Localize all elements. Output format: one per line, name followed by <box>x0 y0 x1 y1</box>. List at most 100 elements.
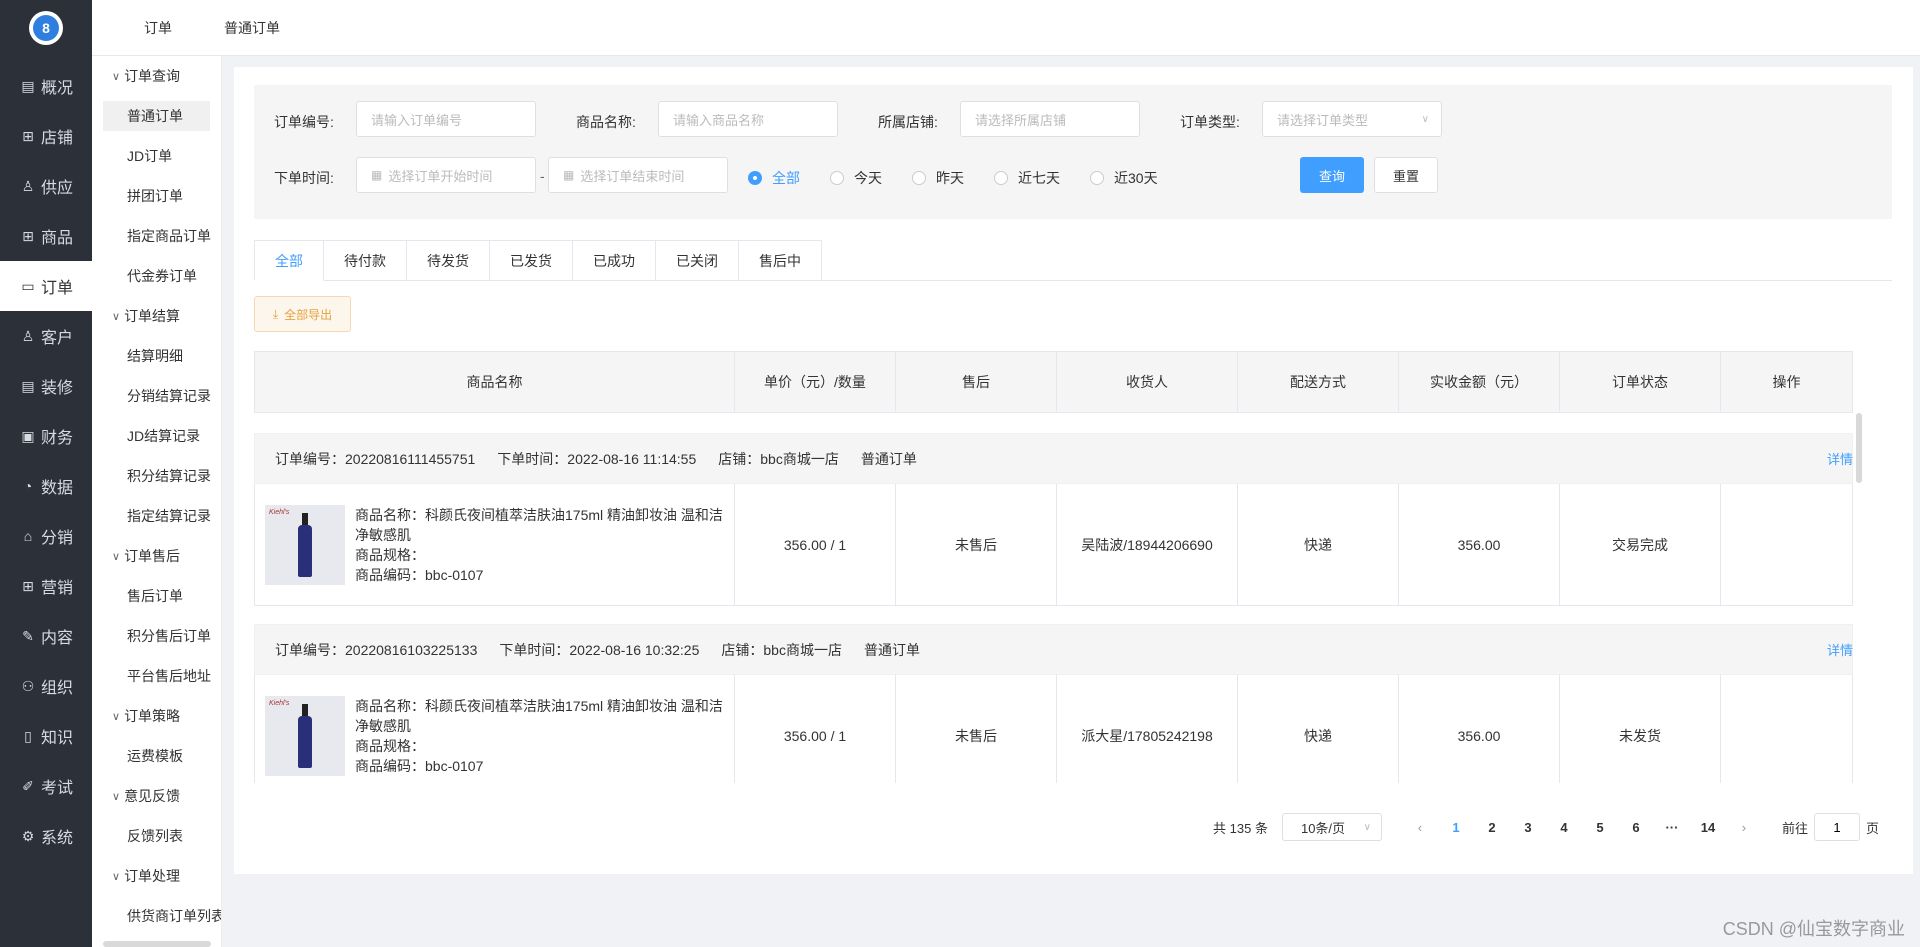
tab-pending-payment[interactable]: 待付款 <box>324 240 407 281</box>
submenu-item-designated-orders[interactable]: 指定商品订单 <box>92 216 221 256</box>
bottle-shape <box>298 512 312 577</box>
nav-item-customers[interactable]: ♙ 客户 <box>0 311 92 361</box>
submenu-group-feedback[interactable]: ∨ 意见反馈 <box>92 776 221 816</box>
nav-item-marketing[interactable]: ⊞ 营销 <box>0 561 92 611</box>
submenu-item-aftersale-orders[interactable]: 售后订单 <box>92 576 221 616</box>
page-number[interactable]: 1 <box>1438 820 1474 835</box>
nav-item-overview[interactable]: ▤ 概况 <box>0 61 92 111</box>
radio-dot <box>994 171 1008 185</box>
nav-item-organization[interactable]: ⚇ 组织 <box>0 661 92 711</box>
main-nav: 8 ▤ 概况 ⊞ 店铺 ♙ 供应 ⊞ 商品 ▭ 订单 ♙ 客户 ▤ 装修 ▣ 财务 ◔ 数据 ⌂ 分… <box>0 0 92 947</box>
gear-icon: ⚙ <box>21 827 35 844</box>
delivery-cell: 快递 <box>1238 484 1399 605</box>
submenu-item-platform-address[interactable]: 平台售后地址 <box>92 656 221 696</box>
nav-item-finance[interactable]: ▣ 财务 <box>0 411 92 461</box>
nav-item-store[interactable]: ⊞ 店铺 <box>0 111 92 161</box>
order-no-input[interactable]: 请输入订单编号 <box>356 101 536 137</box>
tab-shipped[interactable]: 已发货 <box>490 240 573 281</box>
tab-all[interactable]: 全部 <box>254 240 324 281</box>
nav-item-decoration[interactable]: ▤ 装修 <box>0 361 92 411</box>
submenu-item-designated-settlement[interactable]: 指定结算记录 <box>92 496 221 536</box>
submenu-item-jd-settlement[interactable]: JD结算记录 <box>92 416 221 456</box>
radio-all[interactable]: 全部 <box>748 168 800 188</box>
page-number[interactable]: 6 <box>1618 820 1654 835</box>
end-date-input[interactable]: ▦ 选择订单结束时间 <box>548 157 728 193</box>
submenu-item-jd-orders[interactable]: JD订单 <box>92 136 221 176</box>
page-number[interactable]: 4 <box>1546 820 1582 835</box>
submenu-item-freight-template[interactable]: 运费模板 <box>92 736 221 776</box>
order-header: 订单编号：20220816111455751 下单时间：2022-08-16 1… <box>254 433 1853 484</box>
chevron-down-icon: ∨ <box>1421 113 1429 125</box>
tab-aftersale[interactable]: 售后中 <box>739 240 822 281</box>
order-store: 店铺：bbc商城一店 <box>721 641 842 658</box>
detail-link[interactable]: 详情 <box>1827 449 1853 468</box>
submenu-group-settlement[interactable]: ∨ 订单结算 <box>92 296 221 336</box>
submenu-group-aftersale[interactable]: ∨ 订单售后 <box>92 536 221 576</box>
tab-pending-shipment[interactable]: 待发货 <box>407 240 490 281</box>
calendar-icon: ▦ <box>563 168 575 182</box>
nav-item-content[interactable]: ✎ 内容 <box>0 611 92 661</box>
total-count: 共 135 条 <box>1213 820 1268 836</box>
product-name-input[interactable]: 请输入商品名称 <box>658 101 838 137</box>
page-number[interactable]: 3 <box>1510 820 1546 835</box>
nav-item-supply[interactable]: ♙ 供应 <box>0 161 92 211</box>
next-page-button[interactable]: › <box>1726 820 1762 835</box>
submenu-item-supplier-orders[interactable]: 供货商订单列表 <box>92 896 221 936</box>
radio-yesterday[interactable]: 昨天 <box>912 168 964 188</box>
order-type-select[interactable]: 请选择订单类型 ∨ <box>1262 101 1442 137</box>
nav-item-exam[interactable]: ✐ 考试 <box>0 761 92 811</box>
nav-item-products[interactable]: ⊞ 商品 <box>0 211 92 261</box>
export-all-button[interactable]: ⤓ 全部导出 <box>254 296 351 332</box>
submenu-item-voucher-orders[interactable]: 代金券订单 <box>92 256 221 296</box>
trash-icon: ⌂ <box>23 528 33 544</box>
product-info: 商品名称：科颜氏夜间植萃洁肤油175ml 精油卸妆油 温和洁净敏感肌 商品规格：… <box>355 505 725 585</box>
store-select[interactable]: 请选择所属店铺 <box>960 101 1140 137</box>
start-date-input[interactable]: ▦ 选择订单开始时间 <box>356 157 536 193</box>
submenu-item-points-settlement[interactable]: 积分结算记录 <box>92 456 221 496</box>
more-pages[interactable]: ··· <box>1654 820 1690 835</box>
page-number[interactable]: 2 <box>1474 820 1510 835</box>
prev-page-button[interactable]: ‹ <box>1402 820 1438 835</box>
store-icon: ⊞ <box>22 127 34 144</box>
nav-item-orders[interactable]: ▭ 订单 <box>0 261 92 311</box>
submenu-group-order-query[interactable]: ∨ 订单查询 <box>92 56 221 96</box>
query-button[interactable]: 查询 <box>1300 157 1364 193</box>
submenu-item-settlement-detail[interactable]: 结算明细 <box>92 336 221 376</box>
submenu-item-points-aftersale[interactable]: 积分售后订单 <box>92 616 221 656</box>
page-number[interactable]: 5 <box>1582 820 1618 835</box>
goto-page-input[interactable] <box>1813 813 1860 841</box>
chevron-down-icon: ∨ <box>112 550 121 563</box>
breadcrumb-orders[interactable]: 订单 <box>144 18 172 38</box>
product-image[interactable]: Kiehl's <box>265 504 345 585</box>
product-image[interactable]: Kiehl's <box>265 695 345 776</box>
nav-item-system[interactable]: ⚙ 系统 <box>0 811 92 861</box>
submenu-item-feedback-list[interactable]: 反馈列表 <box>92 816 221 856</box>
reset-button[interactable]: 重置 <box>1374 157 1438 193</box>
goto-page: 前往 页 <box>1782 813 1879 841</box>
download-icon: ⤓ <box>272 306 279 321</box>
nav-item-knowledge[interactable]: ▯ 知识 <box>0 711 92 761</box>
submenu-item-normal-orders[interactable]: 普通订单 <box>103 101 210 131</box>
radio-today[interactable]: 今天 <box>830 168 882 188</box>
amount-cell: 356.00 <box>1399 484 1560 605</box>
page-number[interactable]: 14 <box>1690 820 1726 835</box>
tab-succeeded[interactable]: 已成功 <box>573 240 656 281</box>
submenu-scrollbar[interactable] <box>103 941 211 947</box>
detail-link[interactable]: 详情 <box>1827 640 1853 659</box>
edit-icon: ✎ <box>22 627 34 644</box>
submenu-item-group-orders[interactable]: 拼团订单 <box>92 176 221 216</box>
submenu-group-strategy[interactable]: ∨ 订单策略 <box>92 696 221 736</box>
radio-last-30-days[interactable]: 近30天 <box>1090 168 1158 188</box>
nav-item-data[interactable]: ◔ 数据 <box>0 461 92 511</box>
table-scrollbar[interactable] <box>1856 413 1862 483</box>
radio-dot <box>748 171 762 185</box>
page-size-select[interactable]: 10条/页 ∨ <box>1281 813 1382 841</box>
nav-item-distribution[interactable]: ⌂ 分销 <box>0 511 92 561</box>
submenu-group-processing[interactable]: ∨ 订单处理 <box>92 856 221 896</box>
tab-closed[interactable]: 已关闭 <box>656 240 739 281</box>
order-card: 订单编号：20220816111455751 下单时间：2022-08-16 1… <box>254 433 1853 606</box>
submenu-item-distribution-settlement[interactable]: 分销结算记录 <box>92 376 221 416</box>
radio-last-7-days[interactable]: 近七天 <box>994 168 1060 188</box>
breadcrumb-normal-orders[interactable]: 普通订单 <box>224 18 280 38</box>
app-logo[interactable]: 8 <box>29 11 63 45</box>
